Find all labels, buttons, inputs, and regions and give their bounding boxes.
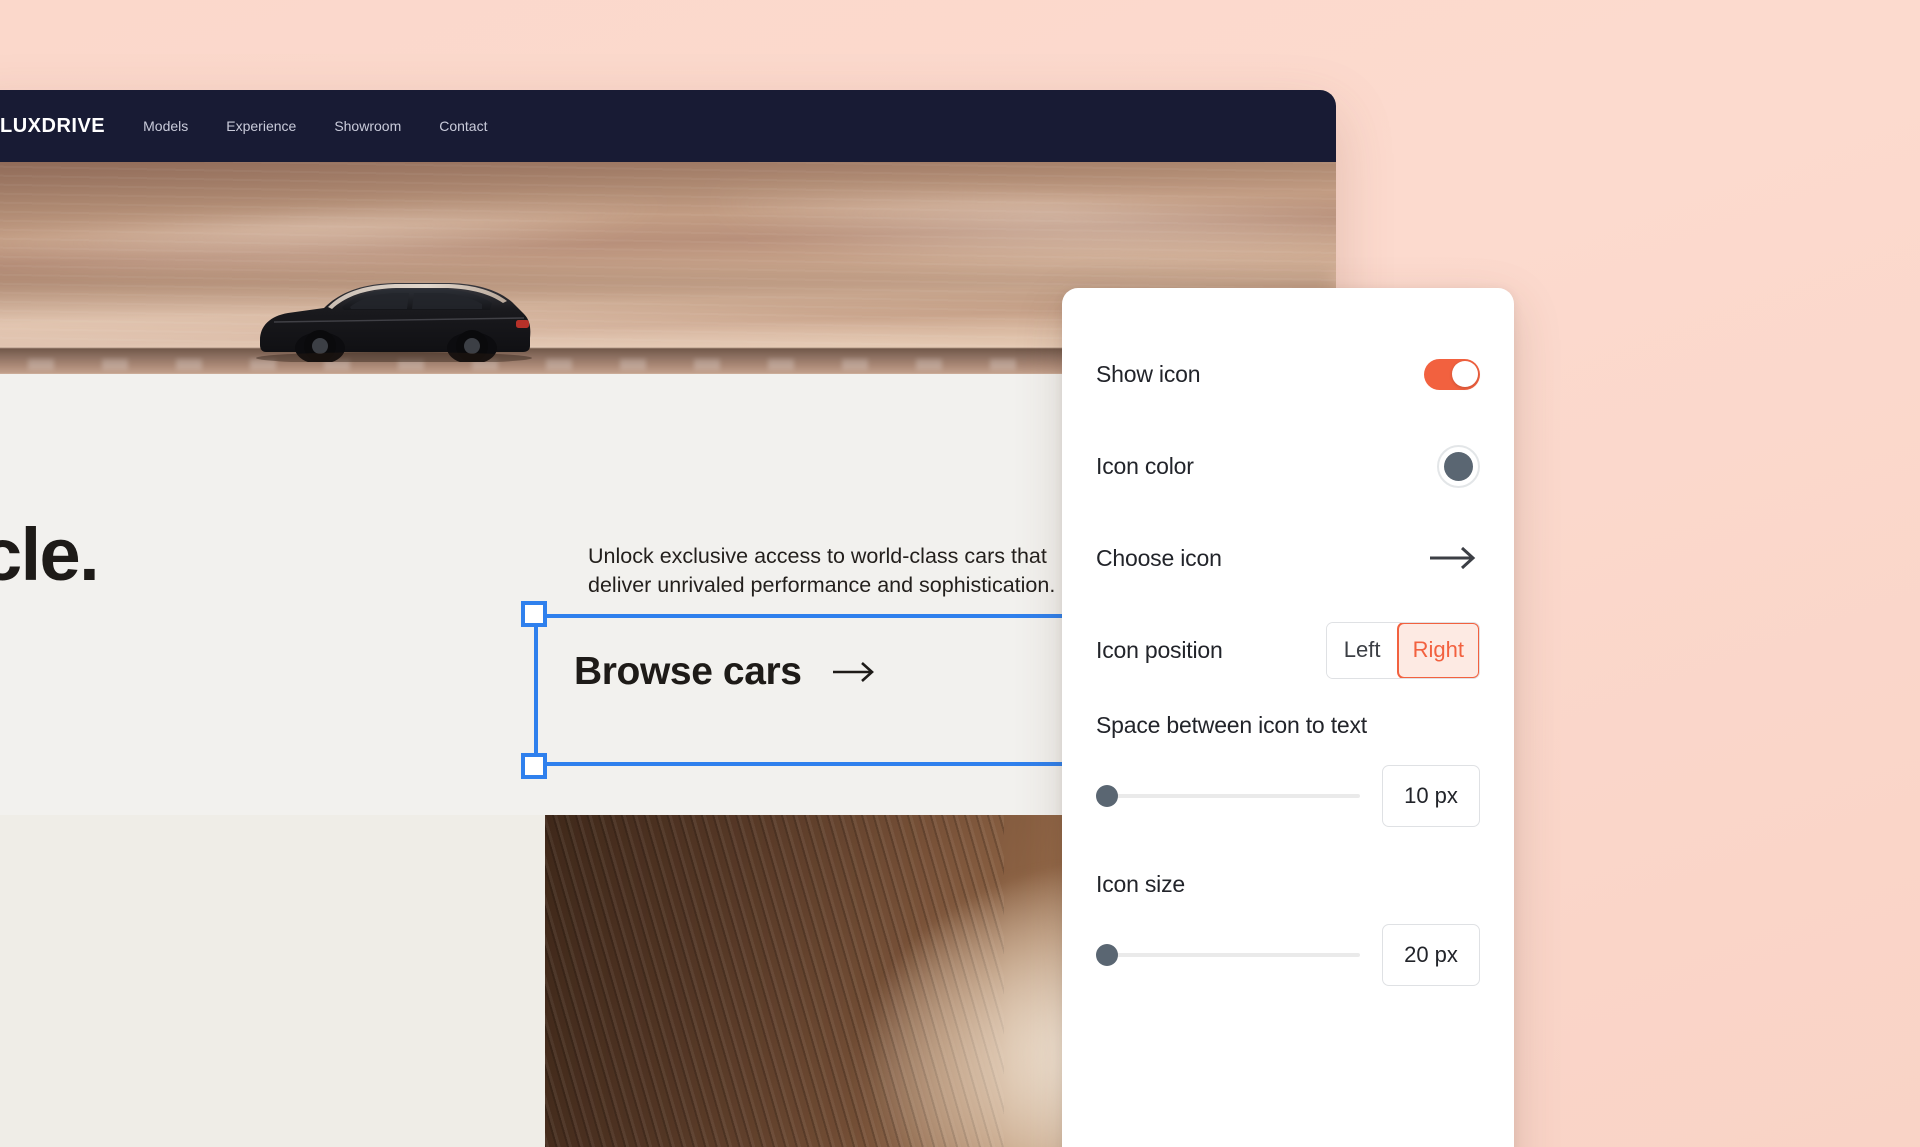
slider-track — [1107, 953, 1360, 957]
cta-label: Browse cars — [574, 650, 802, 693]
show-icon-toggle[interactable] — [1424, 358, 1480, 390]
site-logo[interactable]: LUXDRIVE — [0, 115, 105, 138]
icon-color-swatch[interactable] — [1437, 444, 1480, 488]
space-between-label: Space between icon to text — [1096, 712, 1367, 738]
nav-link-experience[interactable]: Experience — [226, 118, 296, 134]
nav-link-contact[interactable]: Contact — [439, 118, 487, 134]
icon-settings-panel[interactable]: Show icon Icon color Choose icon Icon po… — [1062, 288, 1514, 1147]
site-navbar: LUXDRIVE Models Experience Showroom Cont… — [0, 90, 1336, 162]
space-between-slider[interactable] — [1096, 784, 1360, 808]
toggle-knob — [1451, 361, 1478, 387]
icon-position-option-left[interactable]: Left — [1326, 622, 1398, 678]
row-icon-position: Icon position Left Right — [1096, 604, 1480, 696]
resize-handle-top-left[interactable] — [521, 601, 547, 627]
icon-size-value[interactable]: 20 px — [1382, 924, 1480, 986]
space-between-value[interactable]: 10 px — [1382, 765, 1480, 827]
icon-color-label: Icon color — [1096, 452, 1194, 479]
icon-position-option-right[interactable]: Right — [1396, 622, 1479, 678]
choose-icon-label: Choose icon — [1096, 544, 1222, 571]
icon-size-slider[interactable] — [1096, 943, 1360, 967]
selected-cta-element[interactable]: Browse cars — [521, 601, 1126, 779]
row-choose-icon: Choose icon — [1096, 512, 1480, 604]
row-show-icon: Show icon — [1096, 328, 1480, 420]
show-icon-label: Show icon — [1096, 360, 1201, 387]
nav-link-models[interactable]: Models — [143, 118, 188, 134]
icon-position-segmented-control[interactable]: Left Right — [1325, 621, 1480, 679]
row-space-between: Space between icon to text 10 px — [1096, 696, 1480, 827]
slider-thumb[interactable] — [1096, 785, 1118, 807]
arrow-right-icon — [1430, 546, 1476, 570]
page-title: our vehicle. — [0, 513, 100, 596]
browse-cars-button[interactable]: Browse cars — [574, 650, 878, 694]
hero-paragraph: Unlock exclusive access to world-class c… — [588, 544, 1056, 597]
nav-link-showroom[interactable]: Showroom — [334, 118, 401, 134]
slider-track — [1107, 794, 1360, 798]
icon-size-label: Icon size — [1096, 871, 1185, 897]
car-suv-silhouette — [256, 283, 532, 362]
row-icon-color: Icon color — [1096, 420, 1480, 512]
editor-stage: LUXDRIVE Models Experience Showroom Cont… — [0, 0, 1920, 1147]
icon-color-dot — [1444, 451, 1473, 481]
row-icon-size: Icon size 20 px — [1096, 827, 1480, 986]
slider-thumb[interactable] — [1096, 944, 1118, 966]
arrow-right-icon — [832, 662, 874, 682]
choose-icon-button[interactable] — [1428, 545, 1480, 571]
resize-handle-bottom-left[interactable] — [521, 753, 547, 779]
icon-position-label: Icon position — [1096, 636, 1223, 663]
